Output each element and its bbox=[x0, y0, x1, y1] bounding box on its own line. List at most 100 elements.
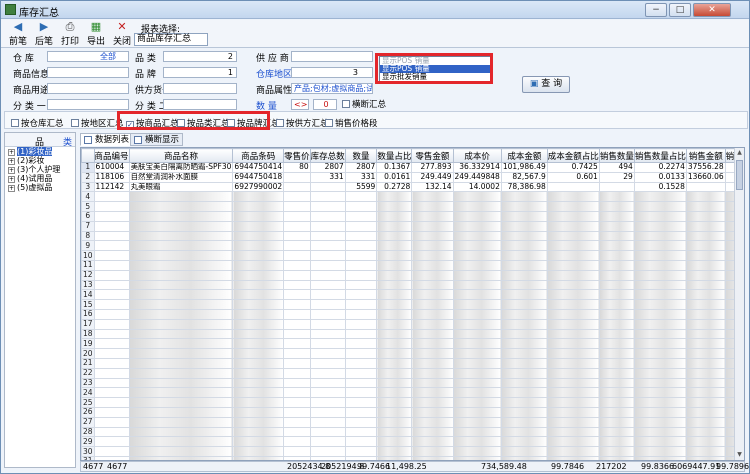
product-info-field[interactable] bbox=[47, 67, 129, 78]
horizontal-summary-checkbox[interactable]: 横断汇总 bbox=[342, 98, 386, 110]
checkbox-box[interactable] bbox=[71, 119, 79, 127]
table-row[interactable]: 11 bbox=[81, 259, 744, 271]
table-row[interactable]: 12 bbox=[81, 269, 744, 281]
column-header[interactable]: 成本价 bbox=[452, 148, 502, 163]
expand-icon[interactable]: + bbox=[8, 158, 15, 165]
table-row[interactable]: 9 bbox=[81, 240, 744, 252]
tree-item[interactable]: + (3)个人护理 bbox=[5, 165, 75, 174]
table-row[interactable]: 4 bbox=[81, 191, 744, 203]
table-row[interactable]: 6 6941250 bbox=[81, 210, 744, 222]
table-row[interactable]: 2 118106 自然堂清润补水面膜 6944750418 331 331 0.0161 24… bbox=[81, 171, 744, 183]
warehouse-area-field[interactable]: 3 bbox=[291, 67, 373, 78]
table-row[interactable]: 22 bbox=[81, 367, 744, 379]
close-window-button[interactable]: ✕ bbox=[693, 3, 731, 17]
table-row[interactable]: 19 bbox=[81, 338, 744, 350]
category-field[interactable]: 2 bbox=[163, 51, 237, 62]
column-header[interactable]: 成本金额占比 bbox=[546, 148, 600, 163]
table-cell bbox=[283, 377, 311, 389]
column-header[interactable]: 销售数量 bbox=[598, 148, 635, 163]
checkbox-box[interactable] bbox=[325, 119, 333, 127]
by-region-checkbox[interactable]: 按地区汇总 bbox=[71, 117, 124, 129]
table-row[interactable]: 16 bbox=[81, 308, 744, 320]
table-row[interactable]: 5 4941325 4405 bbox=[81, 201, 744, 212]
expand-icon[interactable]: + bbox=[8, 167, 15, 174]
column-header[interactable]: 销售金额 bbox=[685, 148, 726, 163]
product-attr-field[interactable]: 产品;包材;虚拟商品;试用 bbox=[291, 83, 373, 94]
close-button[interactable]: ✕ 关闭 bbox=[109, 21, 135, 48]
table-row[interactable]: 8 bbox=[81, 230, 744, 242]
table-cell bbox=[411, 348, 454, 359]
by-warehouse-checkbox[interactable]: 按仓库汇总 bbox=[11, 117, 64, 129]
column-header[interactable]: 零售金额 bbox=[411, 148, 454, 163]
table-row[interactable]: 24 bbox=[81, 387, 744, 399]
table-row[interactable]: 29 bbox=[81, 436, 744, 448]
table-row[interactable]: 13 bbox=[81, 279, 744, 291]
column-header[interactable]: 商品编号 bbox=[93, 148, 130, 163]
warehouse-field[interactable]: 全部 bbox=[47, 51, 129, 62]
query-button[interactable]: ▣ 查 询 bbox=[522, 76, 570, 93]
expand-icon[interactable]: + bbox=[8, 185, 15, 192]
table-row[interactable]: 27 bbox=[81, 416, 744, 428]
expand-icon[interactable]: + bbox=[8, 176, 15, 183]
tree-item[interactable]: + (4)试用品 bbox=[5, 174, 75, 183]
column-header[interactable]: 数量 bbox=[344, 148, 378, 163]
table-row[interactable]: 7 ¥69412506 bbox=[81, 220, 744, 232]
price-range-checkbox[interactable]: 销售价格段 bbox=[325, 117, 378, 129]
scroll-up-icon[interactable]: ▲ bbox=[735, 148, 744, 158]
table-row[interactable]: 10 bbox=[81, 250, 744, 261]
column-header[interactable]: 销售数量占比 bbox=[633, 148, 687, 163]
column-header[interactable]: 商品名称 bbox=[128, 148, 234, 163]
checkbox-box[interactable] bbox=[11, 119, 19, 127]
by-supplier-checkbox[interactable]: 按供方汇总 bbox=[276, 117, 329, 129]
checkbox-box[interactable] bbox=[276, 119, 284, 127]
quantity-operator[interactable]: <> bbox=[291, 99, 309, 110]
expand-icon[interactable]: + bbox=[8, 149, 15, 156]
table-cell bbox=[500, 191, 548, 203]
quantity-field[interactable]: 0 bbox=[313, 99, 337, 110]
product-usage-field[interactable] bbox=[47, 83, 129, 94]
minimize-button[interactable]: − bbox=[645, 3, 667, 17]
vertical-scrollbar[interactable]: ▲ ▼ bbox=[734, 148, 744, 460]
table-cell bbox=[93, 416, 130, 428]
scroll-down-icon[interactable]: ▼ bbox=[735, 450, 744, 460]
print-button[interactable]: ⎙ 打印 bbox=[57, 21, 83, 48]
table-row[interactable]: 28 bbox=[81, 426, 744, 438]
table-row[interactable]: 17 bbox=[81, 318, 744, 330]
class2-field[interactable] bbox=[163, 99, 237, 110]
column-header[interactable]: 库存总数 bbox=[309, 148, 346, 163]
table-row[interactable]: 3 112142 丸美眼霜 6927990002 5599 0.2728 132.14 14.… bbox=[81, 181, 744, 193]
prev-button[interactable]: ◀ 前笔 bbox=[5, 21, 31, 48]
tab-horizontal-display[interactable]: 横断显示 bbox=[130, 133, 184, 146]
table-row[interactable]: 15 bbox=[81, 299, 744, 310]
table-cell bbox=[598, 406, 635, 418]
column-header[interactable]: 成本金额 bbox=[500, 148, 548, 163]
column-header[interactable]: 数量占比 bbox=[376, 148, 413, 163]
brand-field[interactable]: 1 bbox=[163, 67, 237, 78]
table-row[interactable]: 1 610004 美肤宝美白隔离防晒霜-SPF30 6944750414 80 2807 2… bbox=[81, 162, 744, 173]
scroll-thumb[interactable] bbox=[736, 160, 743, 190]
tree-item[interactable]: + (5)虚拟品 bbox=[5, 183, 75, 192]
table-row[interactable]: 26 bbox=[81, 406, 744, 418]
column-header[interactable]: 商品条码 bbox=[232, 148, 285, 163]
table-row[interactable]: 14 bbox=[81, 289, 744, 301]
maximize-button[interactable]: □ bbox=[669, 3, 691, 17]
tree-item[interactable]: + (1)彩妆品 bbox=[5, 147, 75, 156]
table-row[interactable]: 30 bbox=[81, 446, 744, 457]
table-row[interactable]: 20 bbox=[81, 348, 744, 359]
tree-item[interactable]: + (2)彩妆 bbox=[5, 156, 75, 165]
export-button[interactable]: ▦ 导出 bbox=[83, 21, 109, 48]
supplier-no-field[interactable] bbox=[163, 83, 237, 94]
horizontal-summary-box[interactable] bbox=[342, 100, 350, 108]
tab-data-list[interactable]: 数据列表 bbox=[80, 133, 134, 146]
supplier-field[interactable] bbox=[291, 51, 373, 62]
report-select-field[interactable]: 商品库存汇总 bbox=[134, 33, 208, 46]
table-cell bbox=[309, 201, 346, 212]
table-row[interactable]: 21 bbox=[81, 357, 744, 369]
data-grid[interactable]: 商品编号 商品名称 商品条码 零售价 库存总数 数量 数量占比 零售金额 成本价 成本金额 成本金额… bbox=[80, 147, 745, 461]
table-row[interactable]: 25 bbox=[81, 397, 744, 408]
table-row[interactable]: 23 bbox=[81, 377, 744, 389]
next-button[interactable]: ▶ 后笔 bbox=[31, 21, 57, 48]
column-header[interactable]: 零售价 bbox=[283, 148, 311, 163]
table-row[interactable]: 18 bbox=[81, 328, 744, 340]
class1-field[interactable] bbox=[47, 99, 129, 110]
